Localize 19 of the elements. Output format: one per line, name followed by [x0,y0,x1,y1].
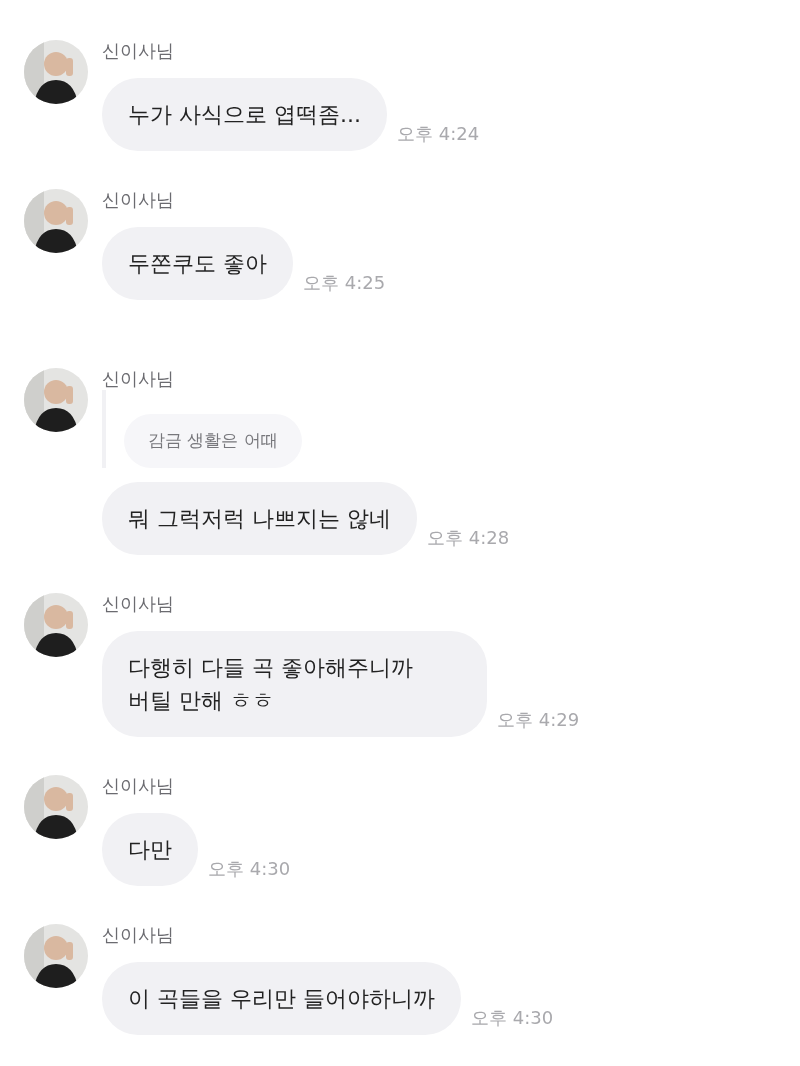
message-bubble: 두쫀쿠도 좋아 [102,227,293,300]
timestamp: 오후 4:30 [208,856,291,881]
message-bubble: 이 곡들을 우리만 들어야하니까 [102,961,461,1035]
sender-name: 신이사님 [102,40,175,62]
sender-name: 신이사님 [102,923,175,946]
message-bubble: 다만 [102,812,198,886]
message-bubble: 뭐 그럭저럭 나쁘지는 않네 [102,481,417,555]
sender-name: 신이사님 [102,592,175,615]
sender-name: 신이사님 [102,368,175,390]
quoted-message: 감금 생활은 어때 [124,414,302,468]
timestamp: 오후 4:29 [497,707,580,732]
timestamp: 오후 4:28 [427,525,510,550]
message-bubble: 다행히 다들 곡 좋아해주니까 버틸 만해 ㅎㅎ [102,630,487,737]
sender-name: 신이사님 [102,774,175,797]
message-bubble: 누가 사식으로 엽떡좀... [102,78,387,151]
timestamp: 오후 4:25 [303,271,386,295]
sender-name: 신이사님 [102,189,175,211]
timestamp: 오후 4:30 [471,1005,554,1030]
timestamp: 오후 4:24 [396,122,480,146]
